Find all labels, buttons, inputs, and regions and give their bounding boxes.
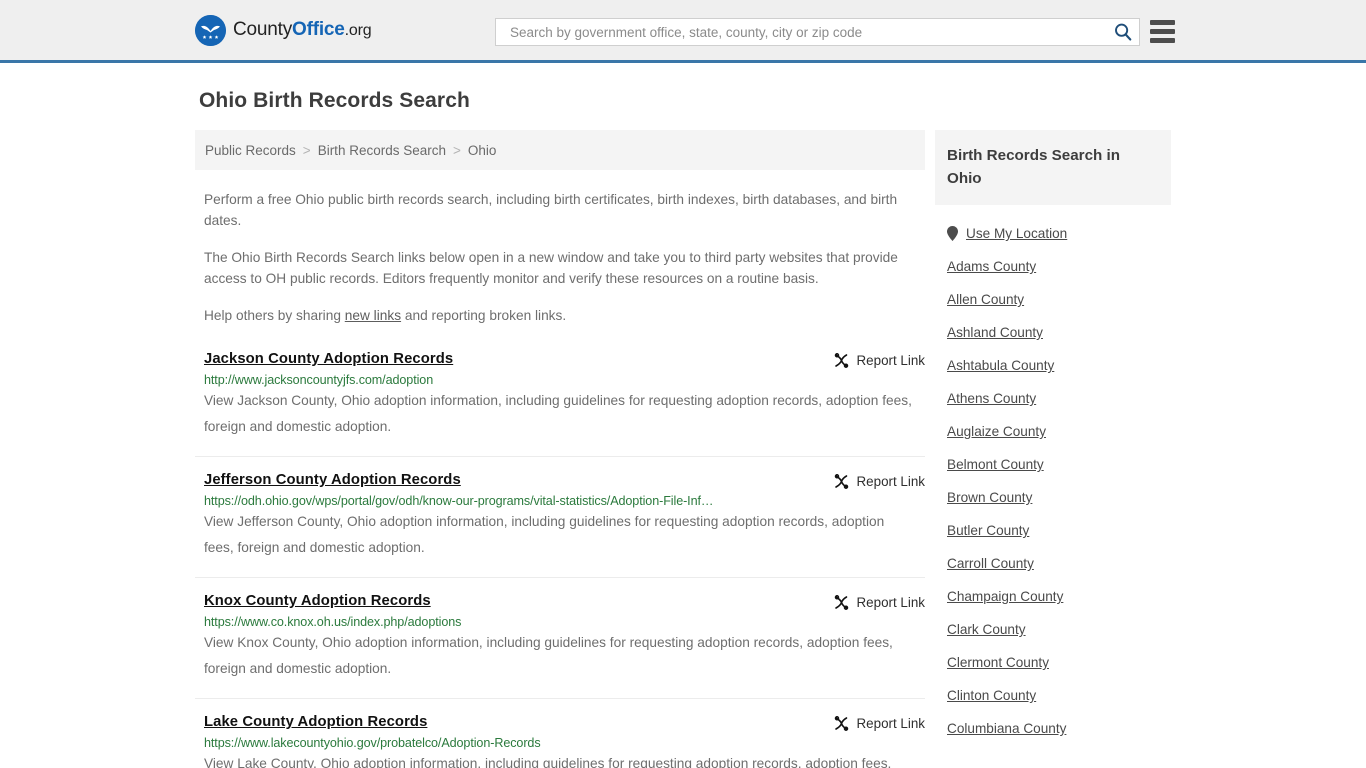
result-description: View Jackson County, Ohio adoption infor…: [204, 393, 912, 434]
sidebar-item-county[interactable]: Butler County: [935, 514, 1171, 547]
site-logo[interactable]: CountyOffice.org: [195, 14, 372, 46]
sidebar-item-use-my-location[interactable]: Use My Location: [935, 217, 1171, 250]
sidebar-item-county[interactable]: Auglaize County: [935, 415, 1171, 448]
report-link-label: Report Link: [856, 353, 925, 368]
logo-text-office: Office: [292, 19, 345, 40]
report-link-label: Report Link: [856, 716, 925, 731]
intro-paragraph-1: Perform a free Ohio public birth records…: [204, 192, 898, 228]
result-title-link[interactable]: Lake County Adoption Records: [204, 714, 427, 730]
result-item: Jefferson County Adoption Records Report…: [195, 471, 925, 578]
result-url: http://www.jacksoncountyjfs.com/adoption: [204, 373, 434, 387]
county-link[interactable]: Ashtabula County: [947, 358, 1054, 373]
county-link[interactable]: Clinton County: [947, 688, 1036, 703]
result-title-link[interactable]: Jackson County Adoption Records: [204, 351, 453, 367]
county-link[interactable]: Champaign County: [947, 589, 1063, 604]
result-url: https://www.lakecountyohio.gov/probatelc…: [204, 736, 541, 750]
site-logo-text: CountyOffice.org: [233, 19, 372, 41]
county-link[interactable]: Allen County: [947, 292, 1024, 307]
sidebar-item-county[interactable]: Clermont County: [935, 646, 1171, 679]
logo-text-org: .org: [344, 22, 372, 39]
site-header: CountyOffice.org: [0, 0, 1366, 63]
county-link[interactable]: Auglaize County: [947, 424, 1046, 439]
main-column: Public Records > Birth Records Search > …: [195, 130, 925, 768]
breadcrumb-item-public-records[interactable]: Public Records: [205, 143, 296, 158]
results-list: Jackson County Adoption Records Report L…: [195, 350, 925, 768]
menu-bar-3: [1150, 38, 1175, 43]
sidebar-item-county[interactable]: Clinton County: [935, 679, 1171, 712]
report-link-button[interactable]: Report Link: [833, 352, 925, 369]
sidebar-item-county[interactable]: Columbiana County: [935, 712, 1171, 745]
breadcrumb: Public Records > Birth Records Search > …: [195, 130, 925, 170]
sidebar-item-county[interactable]: Champaign County: [935, 580, 1171, 613]
search-box[interactable]: [495, 18, 1140, 46]
report-link-button[interactable]: Report Link: [833, 594, 925, 611]
result-item: Jackson County Adoption Records Report L…: [195, 350, 925, 457]
sidebar: Birth Records Search in Ohio Use My Loca…: [935, 130, 1171, 768]
county-link[interactable]: Carroll County: [947, 556, 1034, 571]
sidebar-item-county[interactable]: Adams County: [935, 250, 1171, 283]
sidebar-item-county[interactable]: Clark County: [935, 613, 1171, 646]
sidebar-item-county[interactable]: Ashland County: [935, 316, 1171, 349]
search-area: [495, 18, 1140, 46]
result-item: Knox County Adoption Records Report Link: [195, 592, 925, 699]
broken-link-icon: [833, 594, 850, 611]
sidebar-item-county[interactable]: Brown County: [935, 481, 1171, 514]
broken-link-icon: [833, 715, 850, 732]
result-item: Lake County Adoption Records Report Link: [195, 713, 925, 768]
use-my-location-link[interactable]: Use My Location: [966, 226, 1067, 241]
map-pin-icon: [947, 226, 958, 241]
search-icon[interactable]: [1113, 22, 1133, 42]
county-link[interactable]: Adams County: [947, 259, 1036, 274]
broken-link-icon: [833, 473, 850, 490]
broken-link-icon: [833, 352, 850, 369]
content-wrapper: Public Records > Birth Records Search > …: [0, 130, 1366, 768]
breadcrumb-separator: >: [302, 142, 311, 158]
report-link-button[interactable]: Report Link: [833, 473, 925, 490]
county-link[interactable]: Butler County: [947, 523, 1029, 538]
intro-text-before-link: Help others by sharing: [204, 308, 345, 323]
sidebar-heading: Birth Records Search in Ohio: [935, 130, 1171, 205]
hamburger-menu-icon[interactable]: [1150, 20, 1175, 43]
report-link-label: Report Link: [856, 474, 925, 489]
new-links-link[interactable]: new links: [345, 308, 401, 323]
sidebar-county-list: Use My Location Adams County Allen Count…: [935, 217, 1171, 745]
breadcrumb-separator: >: [453, 142, 461, 158]
eagle-shield-logo-icon: [195, 14, 226, 46]
breadcrumb-item-ohio[interactable]: Ohio: [468, 143, 497, 158]
result-description: View Knox County, Ohio adoption informat…: [204, 635, 893, 676]
county-link[interactable]: Brown County: [947, 490, 1032, 505]
county-link[interactable]: Clark County: [947, 622, 1026, 637]
menu-bar-2: [1150, 29, 1175, 34]
intro-paragraph-3: Help others by sharing new links and rep…: [204, 305, 919, 326]
breadcrumb-item-birth-records-search[interactable]: Birth Records Search: [318, 143, 446, 158]
search-input[interactable]: [508, 20, 1113, 44]
result-url: https://odh.ohio.gov/wps/portal/gov/odh/…: [204, 494, 714, 508]
county-link[interactable]: Athens County: [947, 391, 1036, 406]
result-description: View Jefferson County, Ohio adoption inf…: [204, 514, 885, 555]
menu-bar-1: [1150, 20, 1175, 25]
result-url: https://www.co.knox.oh.us/index.php/adop…: [204, 615, 462, 629]
result-title-link[interactable]: Jefferson County Adoption Records: [204, 472, 461, 488]
page-body: Ohio Birth Records Search Public Records…: [0, 89, 1366, 768]
report-link-button[interactable]: Report Link: [833, 715, 925, 732]
report-link-label: Report Link: [856, 595, 925, 610]
sidebar-item-county[interactable]: Belmont County: [935, 448, 1171, 481]
sidebar-item-county[interactable]: Ashtabula County: [935, 349, 1171, 382]
logo-text-county: County: [233, 19, 293, 40]
county-link[interactable]: Columbiana County: [947, 721, 1066, 736]
sidebar-item-county[interactable]: Athens County: [935, 382, 1171, 415]
county-link[interactable]: Belmont County: [947, 457, 1044, 472]
sidebar-item-county[interactable]: Carroll County: [935, 547, 1171, 580]
sidebar-item-county[interactable]: Allen County: [935, 283, 1171, 316]
result-title-link[interactable]: Knox County Adoption Records: [204, 593, 431, 609]
county-link[interactable]: Ashland County: [947, 325, 1043, 340]
county-link[interactable]: Clermont County: [947, 655, 1049, 670]
page-title: Ohio Birth Records Search: [199, 89, 470, 112]
intro-paragraph-2: The Ohio Birth Records Search links belo…: [204, 250, 898, 286]
result-description: View Lake County, Ohio adoption informat…: [204, 756, 892, 768]
intro-text-after-link: and reporting broken links.: [401, 308, 567, 323]
